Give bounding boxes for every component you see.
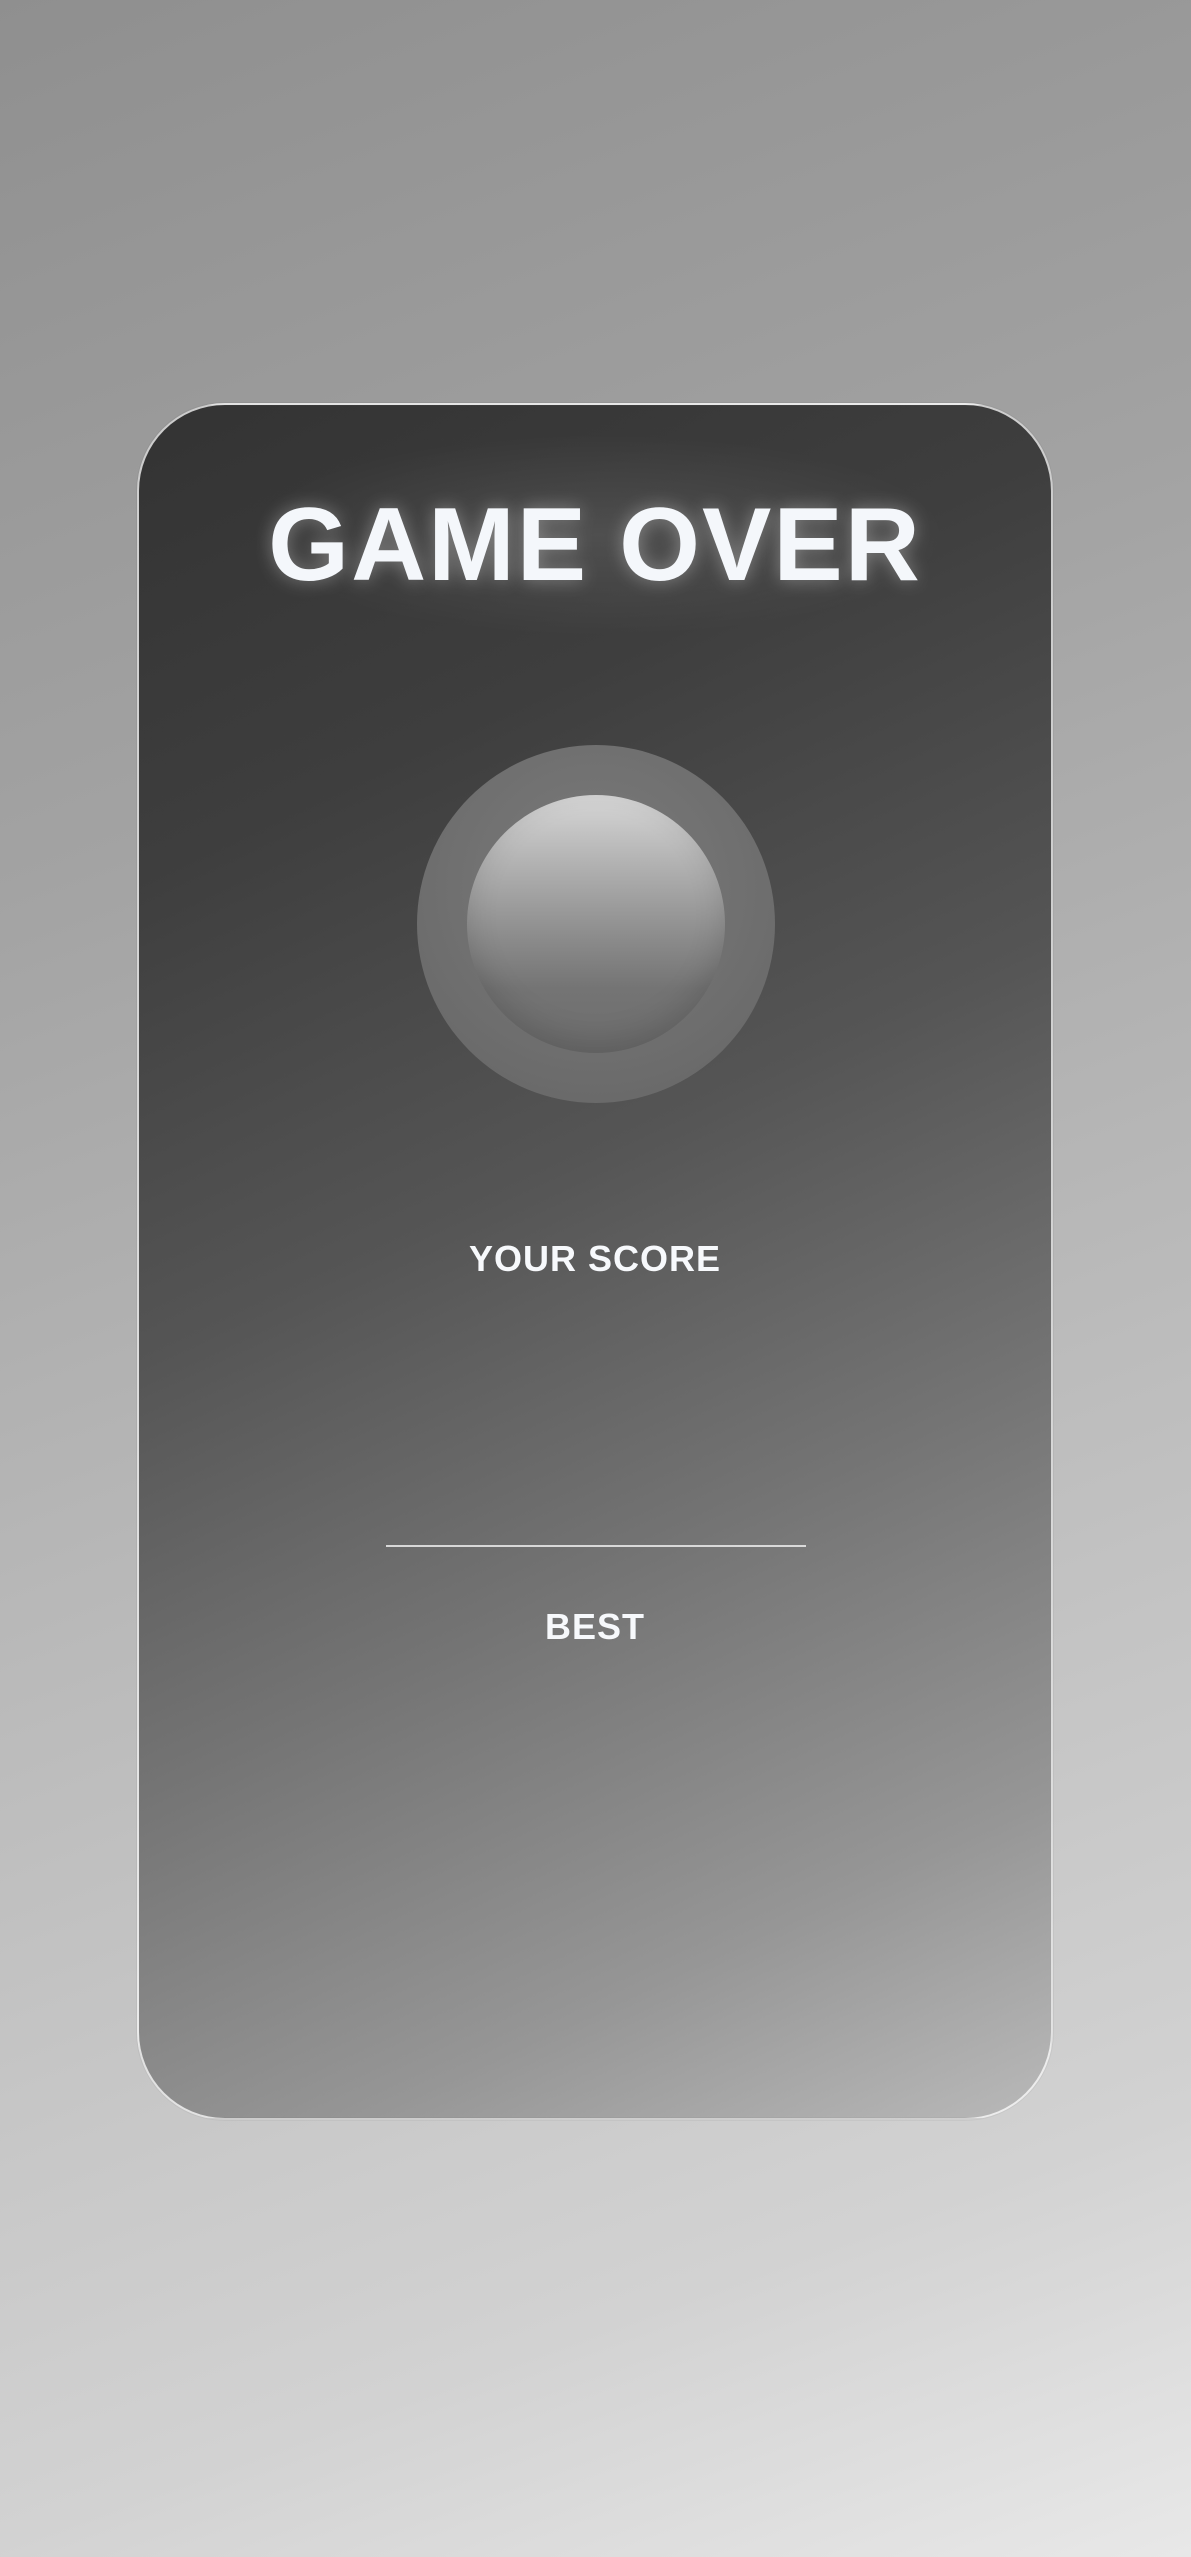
best-score-label: BEST bbox=[544, 1606, 645, 1647]
game-over-screen: { "game_over": { "title": "GAME OVER", "… bbox=[0, 0, 1191, 2557]
ball-icon bbox=[467, 795, 725, 1053]
score-divider bbox=[386, 1545, 806, 1547]
game-over-title: GAME OVER bbox=[268, 487, 922, 603]
game-over-card: GAME OVER YOUR SCORE BEST bbox=[137, 403, 1053, 2120]
your-score-label: YOUR SCORE bbox=[468, 1238, 722, 1279]
